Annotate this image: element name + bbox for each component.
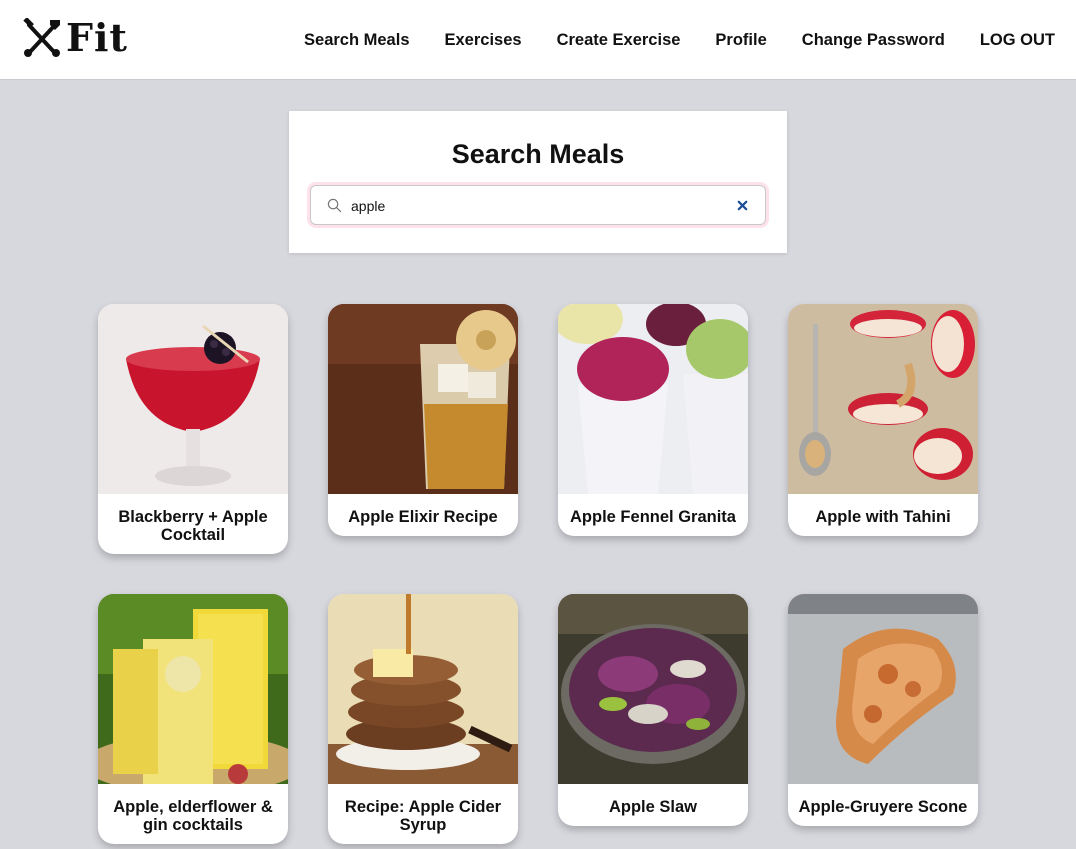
nav-exercises[interactable]: Exercises: [445, 31, 522, 50]
meal-title: Apple Slaw: [608, 798, 698, 816]
meal-image: [328, 304, 518, 494]
meal-card[interactable]: Apple Slaw: [558, 594, 748, 826]
meal-image: [558, 594, 748, 784]
meal-title: Apple-Gruyere Scone: [798, 798, 968, 816]
nav-create-exercise[interactable]: Create Exercise: [557, 31, 681, 50]
meal-card[interactable]: Recipe: Apple Cider Syrup: [328, 594, 518, 844]
meal-image: [558, 304, 748, 494]
meal-card[interactable]: Apple with Tahini: [788, 304, 978, 536]
nav-search-meals[interactable]: Search Meals: [304, 31, 409, 50]
logo[interactable]: Fit: [22, 16, 128, 60]
meal-image: [328, 594, 518, 784]
meal-title: Apple with Tahini: [815, 508, 951, 526]
meal-title: Apple Fennel Granita: [570, 508, 736, 526]
nav-log-out[interactable]: LOG OUT: [980, 31, 1055, 50]
search-input[interactable]: [351, 195, 721, 217]
navbar: Fit Search Meals Exercises Create Exerci…: [0, 0, 1076, 80]
logo-text: Fit: [66, 15, 128, 60]
clear-search-icon[interactable]: [736, 199, 749, 212]
meal-card[interactable]: Apple-Gruyere Scone: [788, 594, 978, 826]
meal-image: [98, 594, 288, 784]
meal-card[interactable]: Blackberry + Apple Cocktail: [98, 304, 288, 554]
meal-title: Blackberry + Apple Cocktail: [118, 508, 268, 544]
meal-title: Apple Elixir Recipe: [348, 508, 498, 526]
nav-change-password[interactable]: Change Password: [802, 31, 945, 50]
search-card: Search Meals: [289, 111, 787, 253]
meal-card[interactable]: Apple, elderflower & gin cocktails: [98, 594, 288, 844]
search-title: Search Meals: [451, 139, 625, 169]
search-box[interactable]: [310, 185, 766, 225]
meal-card[interactable]: Apple Fennel Granita: [558, 304, 748, 536]
meal-title: Recipe: Apple Cider Syrup: [344, 798, 502, 834]
nav-links: Search Meals Exercises Create Exercise P…: [304, 0, 1055, 80]
meal-image: [98, 304, 288, 494]
meal-card[interactable]: Apple Elixir Recipe: [328, 304, 518, 536]
meal-grid: Blackberry + Apple Cocktail Apple Elixir…: [98, 304, 978, 844]
search-icon: [327, 198, 342, 213]
meal-image: [788, 304, 978, 494]
meal-title: Apple, elderflower & gin cocktails: [113, 798, 273, 834]
nav-profile[interactable]: Profile: [715, 31, 766, 50]
fork-knife-logo-icon: [23, 18, 60, 57]
meal-image: [788, 594, 978, 784]
